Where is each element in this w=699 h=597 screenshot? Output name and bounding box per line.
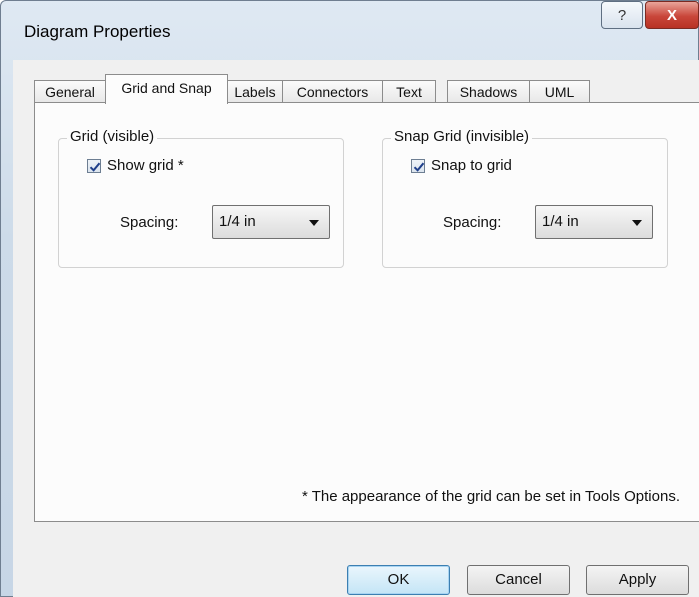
show-grid-checkbox[interactable] bbox=[87, 158, 101, 173]
group-title: Snap Grid (invisible) bbox=[391, 128, 533, 145]
close-button[interactable]: X bbox=[645, 1, 699, 29]
dropdown-value: 1/4 in bbox=[219, 213, 256, 230]
show-grid-checkbox-row[interactable]: Show grid * bbox=[87, 157, 184, 174]
help-icon: ? bbox=[617, 6, 627, 24]
snap-spacing-dropdown[interactable]: 1/4 in bbox=[535, 205, 653, 239]
show-grid-label[interactable]: Show grid * bbox=[107, 157, 184, 174]
tab-label: Connectors bbox=[296, 84, 369, 100]
chevron-down-icon bbox=[309, 220, 319, 226]
grid-spacing-dropdown[interactable]: 1/4 in bbox=[212, 205, 330, 239]
dialog-window: Diagram Properties ? X General Grid and … bbox=[0, 0, 699, 597]
grid-visible-group: Grid (visible) Show grid * Spacing: 1/4 … bbox=[58, 128, 344, 268]
snap-grid-group: Snap Grid (invisible) Snap to grid Spaci… bbox=[382, 128, 668, 268]
snap-to-grid-checkbox[interactable] bbox=[411, 158, 425, 173]
snap-spacing-label: Spacing: bbox=[443, 214, 502, 231]
tab-label: General bbox=[45, 84, 95, 100]
chevron-down-icon bbox=[632, 220, 642, 226]
window-title: Diagram Properties bbox=[24, 22, 171, 41]
tab-connectors[interactable]: Connectors bbox=[282, 80, 383, 103]
tab-label: Grid and Snap bbox=[121, 80, 212, 96]
tab-grid-and-snap[interactable]: Grid and Snap bbox=[105, 74, 228, 104]
help-button[interactable]: ? bbox=[601, 1, 643, 29]
tab-label: Shadows bbox=[459, 84, 518, 100]
dropdown-value: 1/4 in bbox=[542, 213, 579, 230]
grid-footnote: * The appearance of the grid can be set … bbox=[301, 488, 680, 505]
snap-to-grid-label[interactable]: Snap to grid bbox=[431, 157, 512, 174]
tab-label: Labels bbox=[234, 84, 276, 100]
ok-button[interactable]: OK bbox=[347, 565, 450, 595]
tab-shadows[interactable]: Shadows bbox=[447, 80, 530, 103]
tab-general[interactable]: General bbox=[34, 80, 106, 103]
close-icon: X bbox=[666, 6, 677, 24]
snap-to-grid-checkbox-row[interactable]: Snap to grid bbox=[411, 157, 512, 174]
group-title: Grid (visible) bbox=[67, 128, 158, 145]
tab-labels[interactable]: Labels bbox=[227, 80, 283, 103]
tab-label: Text bbox=[396, 84, 422, 100]
apply-button[interactable]: Apply bbox=[586, 565, 689, 595]
grid-spacing-label: Spacing: bbox=[120, 214, 179, 231]
tab-text[interactable]: Text bbox=[382, 80, 436, 103]
tab-uml[interactable]: UML bbox=[529, 80, 590, 103]
cancel-button[interactable]: Cancel bbox=[467, 565, 570, 595]
dialog-body: General Grid and Snap Labels Connectors … bbox=[13, 60, 699, 597]
tab-panel-grid-and-snap: Grid (visible) Show grid * Spacing: 1/4 … bbox=[34, 102, 699, 522]
title-bar[interactable]: Diagram Properties ? X bbox=[0, 0, 699, 60]
tab-label: UML bbox=[544, 84, 575, 100]
